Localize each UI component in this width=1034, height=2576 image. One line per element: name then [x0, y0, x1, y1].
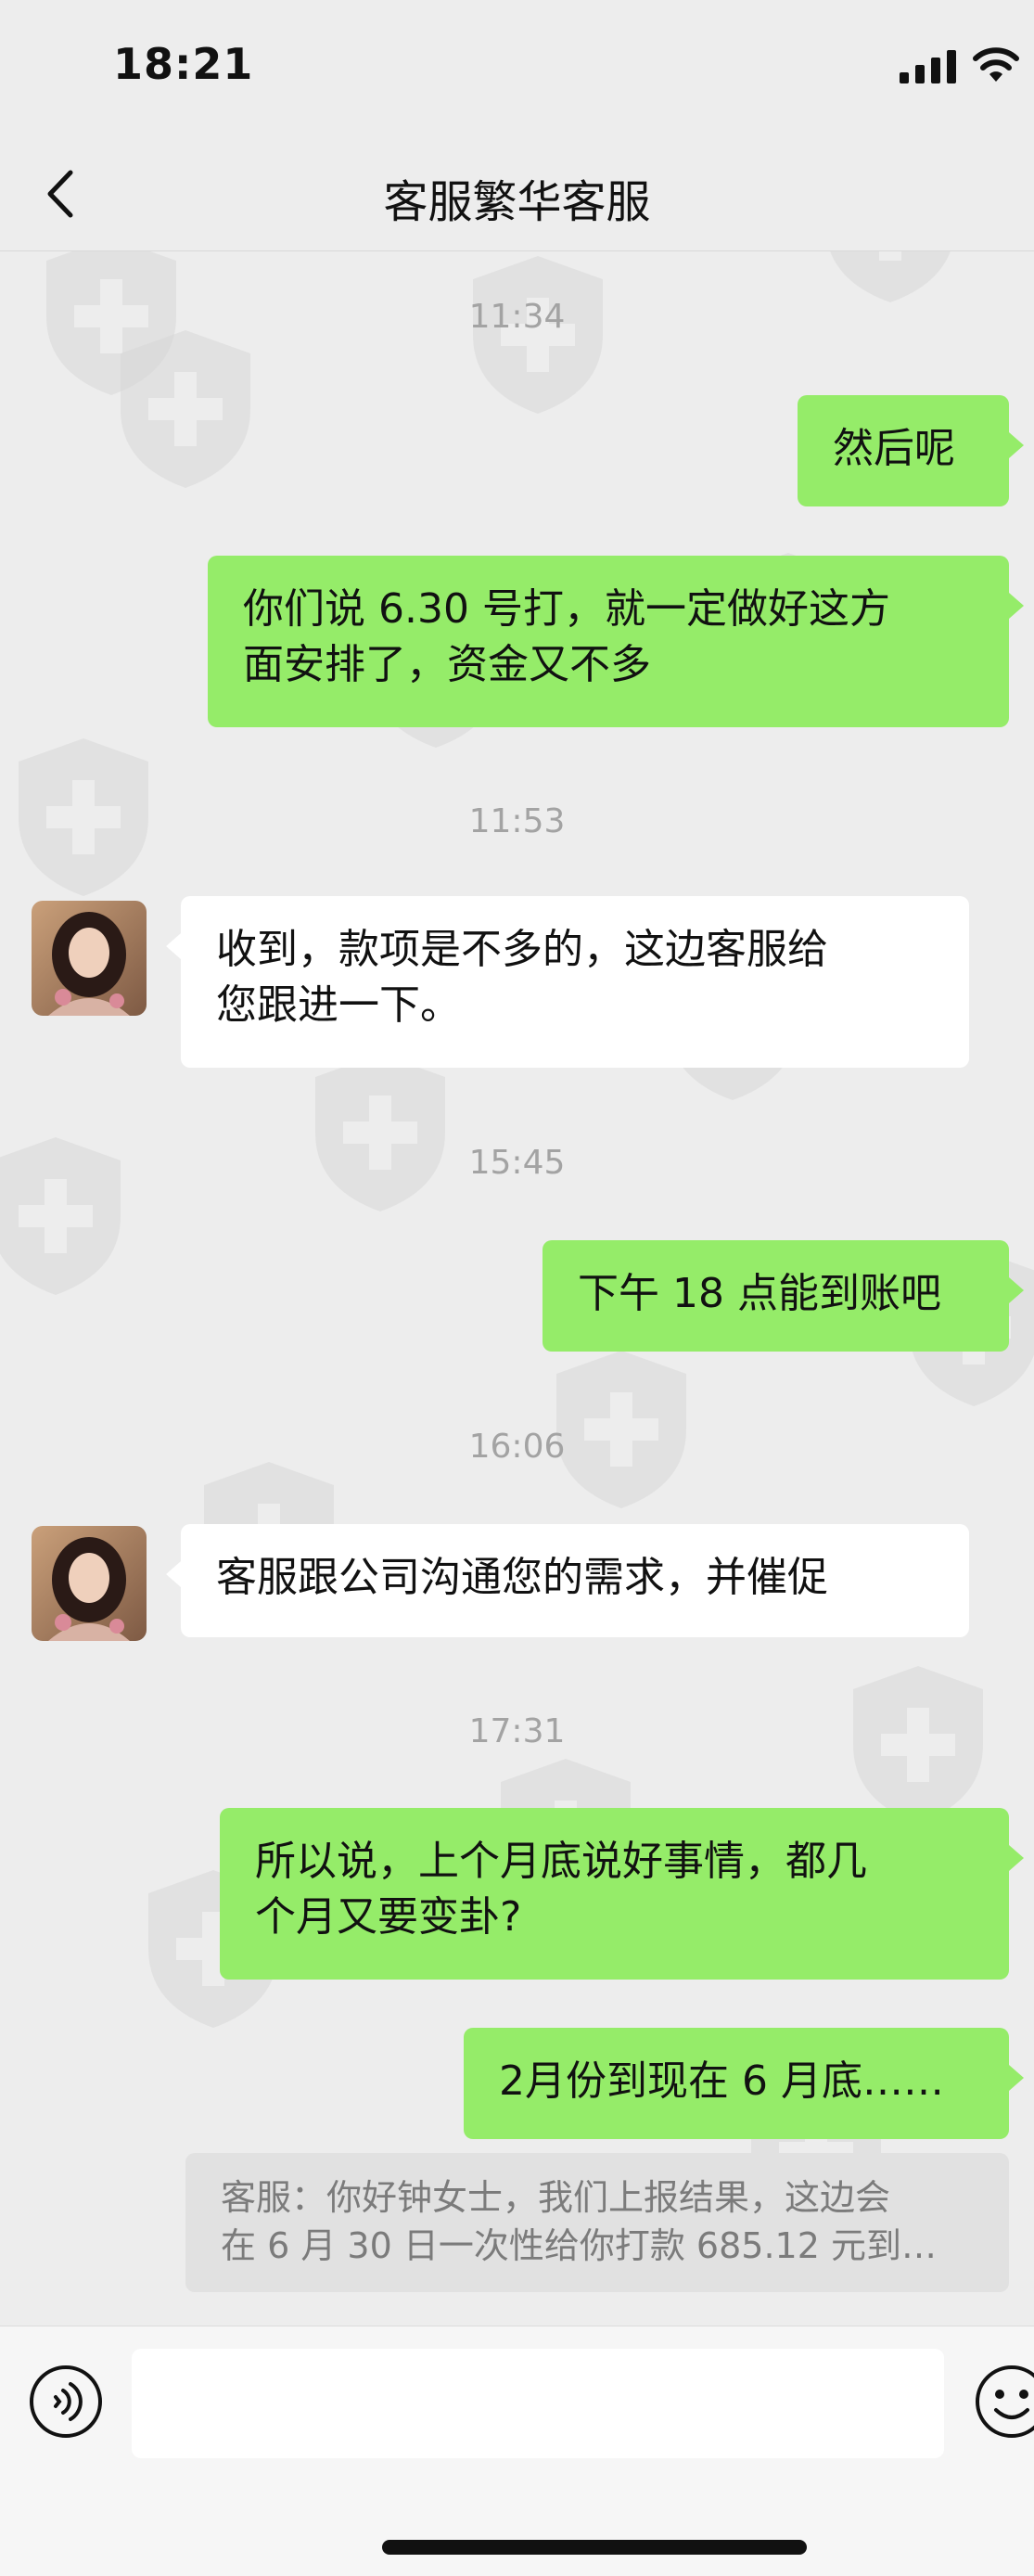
nav-bar: 客服繁华客服: [0, 139, 1034, 251]
incoming-message[interactable]: 客服跟公司沟通您的需求，并催促: [166, 1524, 969, 1637]
chat-title: 客服繁华客服: [383, 176, 651, 228]
message-timestamp: 15:45: [468, 1144, 566, 1182]
message-input[interactable]: [132, 2349, 944, 2458]
message-text-line: 您跟进一下。: [216, 981, 461, 1029]
status-time: 18:21: [113, 39, 254, 89]
outgoing-message[interactable]: 2月份到现在 6 月底……: [464, 2028, 1024, 2139]
message-text-line: 面安排了，资金又不多: [243, 641, 651, 688]
cellular-signal-icon: [900, 50, 956, 83]
outgoing-message[interactable]: 然后呢: [798, 395, 1024, 506]
emoji-icon[interactable]: [974, 2364, 1034, 2440]
outgoing-message[interactable]: 你们说 6.30 号打，就一定做好这方 面安排了，资金又不多: [208, 556, 1024, 727]
message-text: 2月份到现在 6 月底……: [499, 2057, 944, 2105]
message-text: 下午 18 点能到账吧: [578, 1270, 941, 1317]
message-text-line: 收到，款项是不多的，这边客服给: [216, 926, 828, 973]
message-text: 客服跟公司沟通您的需求，并催促: [216, 1554, 828, 1601]
quoted-message[interactable]: 客服：你好钟女士，我们上报结果，这边会 在 6 月 30 日一次性给你打款 68…: [185, 2153, 1009, 2292]
home-indicator[interactable]: [382, 2540, 807, 2555]
message-text-line: 个月又要变卦?: [255, 1893, 522, 1941]
voice-icon[interactable]: [28, 2364, 104, 2440]
chat-area[interactable]: 11:34 然后呢 你们说 6.30 号打，就一定做好这方 面安排了，资金又不多…: [0, 251, 1034, 2326]
message-text: 然后呢: [833, 425, 955, 472]
avatar[interactable]: [32, 1526, 147, 1641]
status-bar: 18:21: [0, 0, 1034, 139]
outgoing-message[interactable]: 所以说，上个月底说好事情，都几 个月又要变卦?: [220, 1808, 1024, 1980]
quote-text-line: 客服：你好钟女士，我们上报结果，这边会: [221, 2177, 891, 2218]
shield-cross-icon: [121, 330, 250, 488]
message-timestamp: 16:06: [468, 1428, 566, 1466]
input-bar: [0, 2326, 1034, 2576]
message-text-line: 所以说，上个月底说好事情，都几: [255, 1838, 867, 1885]
wifi-icon: [973, 47, 1019, 82]
avatar[interactable]: [32, 901, 147, 1016]
incoming-message[interactable]: 收到，款项是不多的，这边客服给 您跟进一下。: [166, 896, 969, 1068]
outgoing-message[interactable]: 下午 18 点能到账吧: [543, 1240, 1024, 1352]
quote-text-line: 在 6 月 30 日一次性给你打款 685.12 元到…: [221, 2225, 937, 2266]
message-text-line: 你们说 6.30 号打，就一定做好这方: [243, 585, 890, 633]
message-timestamp: 17:31: [468, 1712, 566, 1750]
message-timestamp: 11:34: [468, 298, 566, 336]
message-timestamp: 11:53: [468, 802, 566, 840]
shield-cross-icon: [315, 1054, 445, 1211]
